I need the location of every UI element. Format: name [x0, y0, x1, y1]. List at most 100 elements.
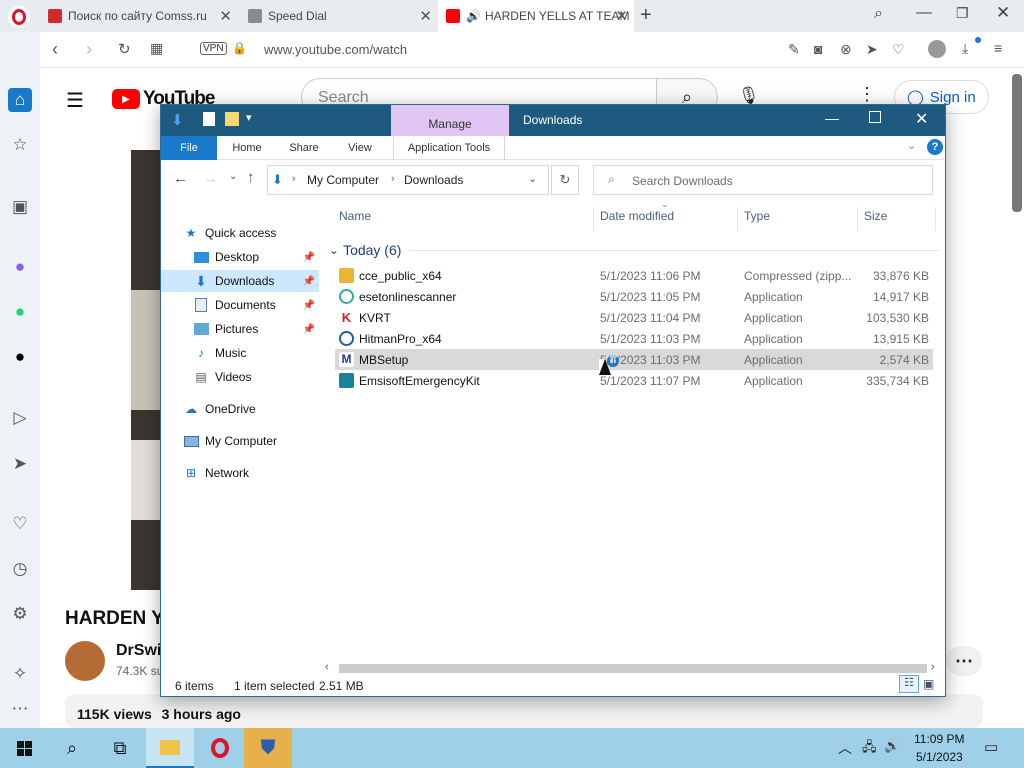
details-view-icon[interactable]: ☷ [899, 675, 919, 693]
close-tab-icon[interactable]: ✕ [615, 7, 628, 25]
show-hidden-icons-icon[interactable]: ︿ [838, 738, 852, 758]
pin-icon[interactable]: 📌 [303, 324, 315, 335]
more-options-icon[interactable]: ⋮ [858, 84, 876, 105]
help-icon[interactable]: ? [927, 139, 943, 155]
more-sidebar-icon[interactable]: ⋯ [8, 697, 32, 721]
nav-quick-access[interactable]: ★ Quick access [161, 222, 319, 244]
network-tray-icon[interactable]: 🖧 [862, 738, 877, 760]
start-windows-icon[interactable] [0, 728, 48, 768]
security-shield-taskbar-icon[interactable]: ⛊ [244, 728, 292, 768]
pin-icon[interactable]: 📌 [303, 252, 315, 263]
close-tab-icon[interactable]: ✕ [419, 7, 432, 25]
tiktok-icon[interactable]: ● [8, 345, 32, 369]
action-center-icon[interactable]: ▭ [984, 738, 998, 756]
table-row[interactable]: HitmanPro_x64 5/1/2023 11:03 PM Applicat… [335, 328, 933, 349]
reload-icon[interactable]: ↻ [118, 40, 131, 58]
channel-avatar[interactable] [65, 641, 105, 681]
table-row[interactable]: esetonlinescanner 5/1/2023 11:05 PM Appl… [335, 286, 933, 307]
camera-icon[interactable]: ◙ [814, 41, 822, 57]
pinboard-icon[interactable]: ☆ [8, 133, 32, 157]
scroll-right-icon[interactable]: › [931, 661, 935, 673]
history-icon[interactable]: ◷ [8, 557, 32, 581]
file-explorer-taskbar-icon[interactable] [146, 728, 194, 768]
clock-date[interactable]: 5/1/2023 [916, 750, 963, 764]
ribbon-expand-icon[interactable]: ⌄ [907, 139, 916, 152]
nav-pictures[interactable]: Pictures 📌 [161, 318, 319, 340]
explorer-title-bar[interactable]: ⬇ ▾ Manage Downloads — ✕ [161, 105, 945, 136]
tips-bulb-icon[interactable]: ✧ [8, 662, 32, 686]
messenger-icon[interactable]: ● [8, 255, 32, 279]
column-date-modified[interactable]: Date modified [600, 209, 674, 223]
taskbar-search-icon[interactable]: ⌕ [48, 728, 96, 768]
recent-locations-icon[interactable]: ⌄ [229, 171, 237, 182]
explorer-back-icon[interactable]: ← [173, 170, 188, 187]
send-sidebar-icon[interactable]: ➤ [8, 452, 32, 476]
column-size[interactable]: Size [864, 209, 887, 223]
group-header-today[interactable]: ⌄ Today (6) [329, 241, 939, 259]
refresh-icon[interactable]: ↻ [551, 165, 579, 195]
manage-context-tab[interactable]: Manage [391, 105, 509, 136]
task-view-icon[interactable]: ⧉ [96, 728, 144, 768]
tab-share[interactable]: Share [279, 136, 329, 160]
new-folder-icon[interactable] [225, 112, 239, 126]
nav-documents[interactable]: Documents 📌 [161, 294, 319, 316]
profile-avatar-icon[interactable] [928, 40, 946, 58]
search-tabs-icon[interactable]: ⌕ [874, 5, 883, 23]
restore-icon[interactable]: ❐ [956, 5, 969, 22]
speed-dial-grid-icon[interactable]: ▦ [150, 40, 163, 57]
opera-taskbar-icon[interactable] [196, 728, 244, 768]
explorer-maximize-icon[interactable] [869, 111, 881, 123]
voice-search-icon[interactable]: 🎙 [738, 86, 760, 106]
send-icon[interactable]: ➤ [866, 41, 878, 58]
lock-icon[interactable]: 🔒 [232, 41, 247, 55]
nav-network[interactable]: ⊞ Network [161, 462, 319, 484]
scroll-left-icon[interactable]: ‹ [325, 661, 329, 673]
nav-videos[interactable]: ▤ Videos [161, 366, 319, 388]
url-field[interactable]: www.youtube.com/watch [264, 42, 407, 57]
back-icon[interactable]: ‹ [52, 39, 58, 60]
pin-icon[interactable]: 📌 [303, 276, 315, 287]
heart-icon[interactable]: ♡ [892, 41, 905, 58]
nav-downloads[interactable]: ⬇ Downloads 📌 [161, 270, 319, 292]
breadcrumb-downloads[interactable]: Downloads [404, 173, 463, 187]
vpn-badge[interactable]: VPN [200, 42, 227, 55]
tab-file[interactable]: File [161, 136, 217, 160]
favorites-heart-icon[interactable]: ♡ [8, 512, 32, 536]
tab-youtube[interactable]: 🔊 HARDEN YELLS AT TEAM ✕ [438, 0, 634, 32]
horizontal-scrollbar[interactable]: ‹ › [325, 661, 941, 675]
address-dropdown-icon[interactable]: ⌄ [528, 172, 537, 185]
whatsapp-icon[interactable]: ● [8, 300, 32, 324]
tab-speed-dial[interactable]: Speed Dial ✕ [240, 0, 438, 32]
table-row[interactable]: K KVRT 5/1/2023 11:04 PM Application 103… [335, 307, 933, 328]
table-row-selected[interactable]: M MBSetup 5/1/2023 11:03 PM Application … [335, 349, 933, 370]
clock-time[interactable]: 11:09 PM [914, 732, 964, 746]
opera-logo-icon[interactable] [8, 6, 30, 28]
table-row[interactable]: EmsisoftEmergencyKit 5/1/2023 11:07 PM A… [335, 370, 933, 391]
up-folder-icon[interactable]: ↑ [247, 169, 255, 186]
tab-comss[interactable]: Поиск по сайту Comss.ru ✕ [40, 0, 238, 32]
menu-icon[interactable]: ☰ [66, 88, 84, 113]
forward-icon[interactable]: › [86, 39, 92, 60]
nav-desktop[interactable]: Desktop 📌 [161, 246, 319, 268]
explorer-forward-icon[interactable]: → [203, 170, 218, 187]
explorer-search-input[interactable]: ⌕ Search Downloads [593, 165, 933, 195]
qat-dropdown-icon[interactable]: ▾ [246, 111, 252, 124]
home-icon[interactable]: ⌂ [8, 88, 32, 112]
more-actions-button[interactable]: ⋯ [946, 646, 982, 676]
close-tab-icon[interactable]: ✕ [219, 7, 232, 25]
breadcrumb[interactable]: ⬇ › My Computer › Downloads ⌄ [267, 165, 549, 195]
large-icons-view-icon[interactable]: ▣ [923, 677, 934, 691]
close-window-icon[interactable]: ✕ [996, 3, 1010, 23]
nav-onedrive[interactable]: ☁ OneDrive [161, 398, 319, 420]
downloads-icon[interactable]: ⤓ [962, 40, 968, 57]
properties-icon[interactable] [203, 112, 215, 126]
explorer-close-icon[interactable]: ✕ [915, 109, 928, 129]
page-scrollbar[interactable] [1012, 74, 1022, 212]
shopping-icon[interactable]: ▣ [8, 195, 32, 219]
tab-home[interactable]: Home [219, 136, 275, 160]
breadcrumb-my-computer[interactable]: My Computer [307, 173, 379, 187]
explorer-minimize-icon[interactable]: — [825, 110, 839, 126]
scrollbar-thumb[interactable] [339, 664, 927, 673]
new-tab-icon[interactable]: + [640, 4, 652, 27]
tab-view[interactable]: View [335, 136, 385, 160]
